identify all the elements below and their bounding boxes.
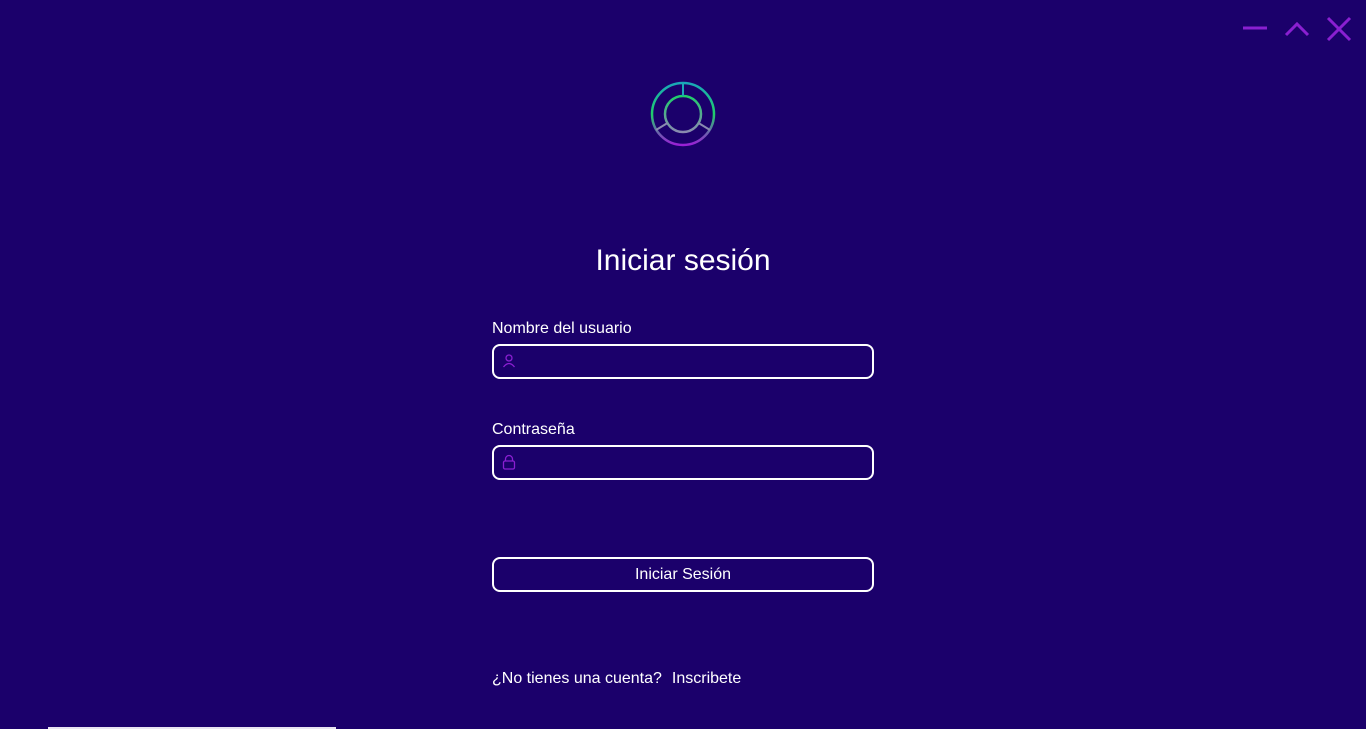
signup-prompt: ¿No tienes una cuenta? <box>492 670 662 687</box>
signup-row: ¿No tienes una cuenta? Inscribete <box>492 670 741 688</box>
user-icon <box>502 354 516 368</box>
login-window: Iniciar sesión Nombre del usuario Contra… <box>0 0 1366 729</box>
password-field <box>492 445 874 480</box>
close-button[interactable] <box>1326 16 1352 42</box>
password-label: Contraseña <box>492 421 575 438</box>
maximize-button[interactable] <box>1284 16 1310 42</box>
signup-link[interactable]: Inscribete <box>672 670 741 688</box>
password-input[interactable] <box>524 447 868 480</box>
username-field <box>492 344 874 379</box>
lock-icon <box>502 454 516 470</box>
username-label: Nombre del usuario <box>492 320 632 337</box>
login-button[interactable]: Iniciar Sesión <box>492 557 874 592</box>
close-icon <box>1326 16 1352 42</box>
chevron-up-icon <box>1284 21 1310 37</box>
app-logo-icon <box>650 81 716 147</box>
minimize-button[interactable] <box>1242 16 1268 42</box>
minus-icon <box>1243 26 1267 30</box>
window-controls <box>1242 16 1352 42</box>
page-title: Iniciar sesión <box>595 244 771 277</box>
username-input[interactable] <box>524 346 868 379</box>
